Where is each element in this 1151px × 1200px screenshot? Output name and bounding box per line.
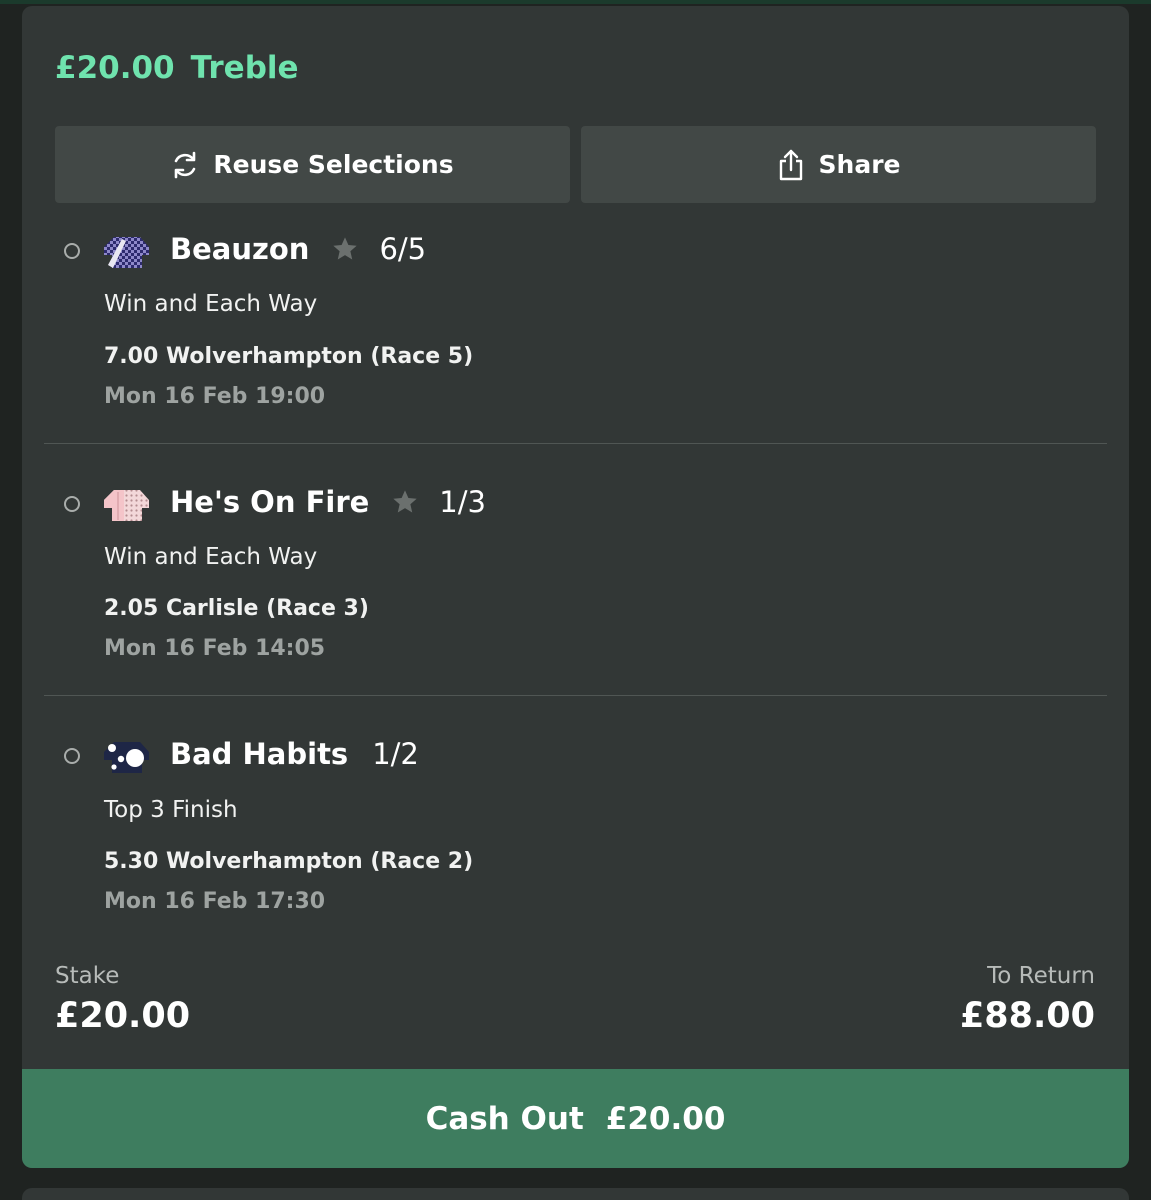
to-return-value: £88.00 <box>959 996 1095 1036</box>
refresh-icon <box>175 151 196 178</box>
stake-label: Stake <box>55 963 120 989</box>
cash-out-label: Cash Out <box>425 1100 584 1137</box>
reuse-selections-label: Reuse Selections <box>213 150 454 179</box>
selection-status-indicator <box>64 496 80 512</box>
bet-header: £20.00 Treble <box>55 50 299 86</box>
horse-name: Bad Habits <box>170 737 349 771</box>
horse-name: He's On Fire <box>170 485 370 519</box>
race-name: 2.05 Carlisle (Race 3) <box>104 596 369 621</box>
selection-status-indicator <box>64 243 80 259</box>
odds: 1/3 <box>439 485 486 519</box>
top-strip <box>0 0 1151 4</box>
bet-card: £20.00 Treble Reuse Selections Share Bea… <box>22 6 1129 1168</box>
race-time: Mon 16 Feb 14:05 <box>104 636 326 661</box>
reuse-selections-button[interactable]: Reuse Selections <box>55 126 570 203</box>
to-return-label: To Return <box>987 963 1095 989</box>
selection-header: Bad Habits 1/2 <box>170 737 419 771</box>
bet-type: Treble <box>190 50 299 86</box>
cash-out-amount: £20.00 <box>605 1100 726 1137</box>
cash-out-button[interactable]: Cash Out £20.00 <box>22 1069 1129 1168</box>
market-name: Top 3 Finish <box>104 797 238 823</box>
market-name: Win and Each Way <box>104 544 318 570</box>
selection-status-indicator <box>64 748 80 764</box>
selection-header: Beauzon 6/5 <box>170 232 426 266</box>
bet-stake-header: £20.00 <box>55 50 175 86</box>
jockey-silks-icon <box>104 237 149 268</box>
odds: 1/2 <box>372 737 419 771</box>
divider <box>44 695 1107 696</box>
share-label: Share <box>818 150 901 179</box>
horse-name: Beauzon <box>170 232 310 266</box>
race-time: Mon 16 Feb 17:30 <box>104 889 326 914</box>
jockey-silks-icon <box>104 490 149 521</box>
market-name: Win and Each Way <box>104 291 318 317</box>
race-time: Mon 16 Feb 19:00 <box>104 384 326 409</box>
race-name: 5.30 Wolverhampton (Race 2) <box>104 849 474 874</box>
star-icon[interactable] <box>391 488 419 516</box>
selection-header: He's On Fire 1/3 <box>170 485 486 519</box>
race-name: 7.00 Wolverhampton (Race 5) <box>104 344 474 369</box>
share-icon <box>779 149 802 180</box>
stake-value: £20.00 <box>55 996 191 1036</box>
share-button[interactable]: Share <box>581 126 1096 203</box>
star-icon[interactable] <box>331 235 359 263</box>
odds: 6/5 <box>379 232 427 266</box>
next-bet-card <box>22 1188 1129 1200</box>
divider <box>44 443 1107 444</box>
jockey-silks-icon <box>104 742 149 773</box>
